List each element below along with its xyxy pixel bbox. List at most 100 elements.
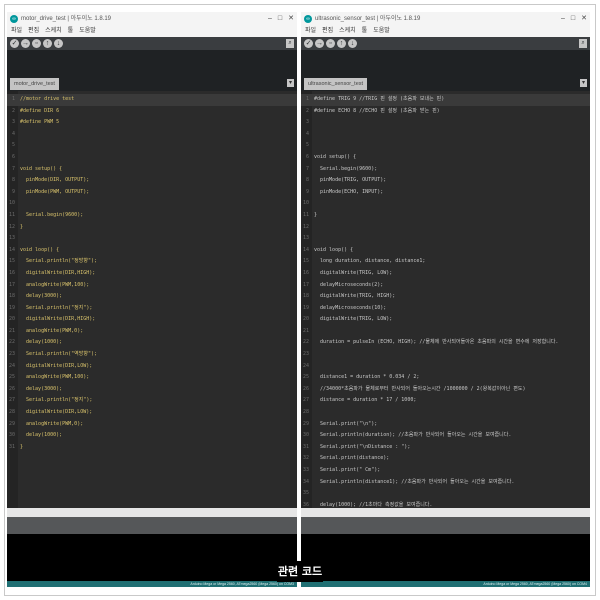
code-line: 23 [301,349,590,361]
code-line: 9 pinMode(ECHO, INPUT); [301,187,590,199]
code-line: 24 [301,361,590,373]
code-line: 27 distance = duration * 17 / 1000; [301,395,590,407]
screenshot-frame: ∞ motor_drive_test | 아두이노 1.8.19 – □ ✕ 파… [4,4,596,596]
line-number: 25 [302,374,309,381]
line-number: 13 [8,235,15,242]
code-line: 1 //motor drive test [7,94,297,106]
tab-menu-icon[interactable]: ▾ [287,79,294,87]
code-text: digitalWrite(DIR,LOW); [20,409,93,416]
open-icon[interactable]: ↑ [43,39,52,48]
right-console-divider[interactable] [301,517,590,534]
line-number: 24 [8,362,15,369]
right-titlebar: ∞ ultrasonic_sensor_test | 아두이노 1.8.19 –… [301,12,590,26]
line-number: 9 [305,188,309,195]
line-number: 15 [8,258,15,265]
code-line: 10 [301,198,590,210]
code-text: pinMode(TRIG, OUTPUT); [314,177,387,184]
right-code-lines: 1 #define TRIG 9 //TRIG 핀 설정 (초음파 보내는 핀) 2… [301,94,590,508]
line-number: 2 [11,107,15,114]
left-code-editor[interactable]: 1 //motor drive test 2 #define DIR 6 3 #defin… [7,91,297,508]
line-number: 30 [302,432,309,439]
code-line: 15 Serial.println("정방향"); [7,256,297,268]
code-text: Serial.println("역방향"); [20,351,98,358]
minimize-icon[interactable]: – [268,12,272,26]
code-text: #define ECHO 8 //ECHO 핀 설정 (초음파 받는 핀) [314,107,440,114]
line-number: 5 [11,142,15,149]
menu-edit[interactable]: 편집 [322,26,333,37]
menu-file[interactable]: 파일 [11,26,22,37]
left-console-divider[interactable] [7,517,297,534]
line-number: 7 [11,165,15,172]
new-icon[interactable]: ▫ [326,39,335,48]
code-text: analogWrite(PWM,0); [20,327,84,334]
right-horizontal-scrollbar[interactable] [301,508,590,517]
code-line: 28 [301,407,590,419]
right-window-title: ultrasonic_sensor_test | 아두이노 1.8.19 [315,16,421,22]
code-line: 20 digitalWrite(TRIG, LOW); [301,314,590,326]
upload-icon[interactable]: → [315,39,324,48]
line-number: 4 [305,130,309,137]
line-number: 12 [302,223,309,230]
close-icon[interactable]: ✕ [288,12,294,26]
code-text: Serial.println(duration); //초음파가 반사되어 돌아… [314,432,512,439]
code-line: 30 Serial.println(duration); //초음파가 반사되어… [301,430,590,442]
serial-monitor-icon[interactable]: ⌕ [579,39,587,48]
code-text: digitalWrite(TRIG, LOW); [314,269,393,276]
code-line: 21 analogWrite(PWM,0); [7,326,297,338]
code-text: delayMicroseconds(2); [314,281,384,288]
code-line: 2 #define ECHO 8 //ECHO 핀 설정 (초음파 받는 핀) [301,106,590,118]
open-icon[interactable]: ↑ [337,39,346,48]
line-number: 20 [8,316,15,323]
menu-tools[interactable]: 툴 [68,26,74,37]
code-text: delayMicroseconds(10); [314,304,387,311]
tab-menu-icon[interactable]: ▾ [580,79,587,87]
code-line: 16 digitalWrite(DIR,HIGH); [7,268,297,280]
code-line: 14 void loop() { [7,245,297,257]
menu-file[interactable]: 파일 [305,26,316,37]
upload-icon[interactable]: → [21,39,30,48]
line-number: 31 [8,443,15,450]
menu-help[interactable]: 도움말 [373,26,390,37]
line-number: 28 [302,409,309,416]
code-text: distance = duration * 17 / 1000; [314,397,417,404]
verify-icon[interactable]: ✓ [10,39,19,48]
code-text: delay(1000); //1초마다 측정값을 보여줍니다. [314,501,433,508]
code-text: #define TRIG 9 //TRIG 핀 설정 (초음파 보내는 핀) [314,96,445,102]
tab-motor-drive-test[interactable]: motor_drive_test [10,78,59,90]
right-code-editor[interactable]: 1 #define TRIG 9 //TRIG 핀 설정 (초음파 보내는 핀) 2… [301,91,590,508]
minimize-icon[interactable]: – [561,12,565,26]
menu-tools[interactable]: 툴 [362,26,368,37]
code-text: Serial.println(distance1); //초음파가 반사되어 돌… [314,478,515,485]
save-icon[interactable]: ↓ [348,39,357,48]
menu-help[interactable]: 도움말 [79,26,96,37]
code-line: 5 [301,140,590,152]
code-text: delay(3000); [20,293,63,300]
code-text: duration = pulseIn (ECHO, HIGH); //물체에 반… [314,339,559,346]
maximize-icon[interactable]: □ [278,12,282,26]
code-line: 31} [7,442,297,454]
code-line: 11 Serial.begin(9600); [7,210,297,222]
menu-sketch[interactable]: 스케치 [339,26,356,37]
code-line: 35 [301,488,590,500]
serial-monitor-icon[interactable]: ⌕ [286,39,294,48]
line-number: 35 [302,490,309,497]
save-icon[interactable]: ↓ [54,39,63,48]
maximize-icon[interactable]: □ [571,12,575,26]
code-line: 26 //34000*초음파가 물체로부터 반사되어 돌아오는시간 /10000… [301,384,590,396]
left-horizontal-scrollbar[interactable] [7,508,297,517]
menu-sketch[interactable]: 스케치 [45,26,62,37]
line-number: 17 [302,281,309,288]
line-number: 15 [302,258,309,265]
new-icon[interactable]: ▫ [32,39,41,48]
code-line: 12} [7,222,297,234]
code-text: } [314,211,318,218]
code-line: 1 #define TRIG 9 //TRIG 핀 설정 (초음파 보내는 핀) [301,94,590,106]
tab-ultrasonic-sensor-test[interactable]: ultrasonic_sensor_test [304,78,368,90]
code-line: 17 delayMicroseconds(2); [301,280,590,292]
close-icon[interactable]: ✕ [581,12,587,26]
verify-icon[interactable]: ✓ [304,39,313,48]
line-number: 25 [8,374,15,381]
line-number: 18 [8,293,15,300]
line-number: 23 [8,351,15,358]
menu-edit[interactable]: 편집 [28,26,39,37]
